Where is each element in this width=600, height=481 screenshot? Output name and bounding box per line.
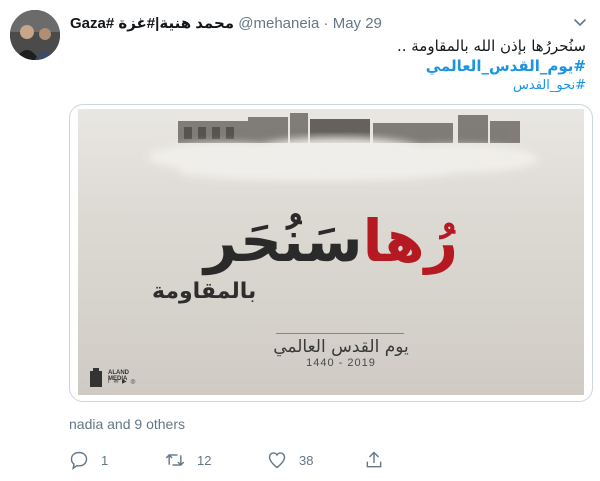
like-count: 38 xyxy=(299,452,314,468)
avatar-photo xyxy=(10,10,60,60)
action-bar: 1 12 38 xyxy=(60,447,600,473)
poster-title-dark: سَنُحَر xyxy=(204,207,363,275)
logo-social-icons: f ✉ ▶ ◎ xyxy=(108,379,137,385)
separator-dot: · xyxy=(323,15,329,32)
poster-subtitle: بالمقاومة xyxy=(152,279,257,304)
hashtag-link-primary[interactable]: #يوم_القدس_العالمي xyxy=(70,56,586,76)
reply-icon xyxy=(70,451,88,470)
author-name[interactable]: Gaza# محمد هنية|#غزة xyxy=(70,15,234,32)
retweet-button[interactable]: 12 xyxy=(165,447,211,473)
hashtag-link-secondary[interactable]: #نحو_القدس xyxy=(70,76,586,96)
poster-title-red: رُها xyxy=(362,207,458,275)
like-button[interactable]: 38 xyxy=(267,447,313,473)
reply-button[interactable]: 1 xyxy=(69,447,108,473)
poster-divider xyxy=(276,333,404,334)
share-button[interactable] xyxy=(364,447,396,473)
poster-years: 1440 - 2019 xyxy=(306,357,376,369)
logo-emblem-icon xyxy=(90,368,102,387)
tweet-text-line: سنُحررُها بإذن الله بالمقاومة .. xyxy=(396,37,586,55)
avatar[interactable] xyxy=(10,10,60,60)
author-handle[interactable]: @mehaneia xyxy=(238,15,319,32)
media-logo: ALAND MEDIA f ✉ ▶ ◎ xyxy=(88,367,148,389)
retweet-icon xyxy=(165,453,185,467)
liked-by-text[interactable]: nadia and 9 others xyxy=(69,416,185,432)
chevron-down-icon[interactable] xyxy=(570,12,590,32)
retweet-count: 12 xyxy=(197,452,212,468)
tweet-header: Gaza# محمد هنية|#غزة @mehaneia · May 29 xyxy=(70,14,560,34)
share-icon xyxy=(366,451,382,468)
poster-image: رُهاسَنُحَر بالمقاومة يوم القدس العالمي … xyxy=(78,109,584,395)
city-skyline-graphic xyxy=(148,113,538,181)
poster-title: رُهاسَنُحَر xyxy=(78,207,584,275)
poster-event-name: يوم القدس العالمي xyxy=(273,337,409,357)
tweet-date[interactable]: May 29 xyxy=(333,15,382,32)
tweet-media[interactable]: رُهاسَنُحَر بالمقاومة يوم القدس العالمي … xyxy=(69,104,593,402)
reply-count: 1 xyxy=(101,452,109,468)
tweet-text: سنُحررُها بإذن الله بالمقاومة .. #يوم_ال… xyxy=(70,36,586,96)
heart-icon xyxy=(268,452,286,469)
